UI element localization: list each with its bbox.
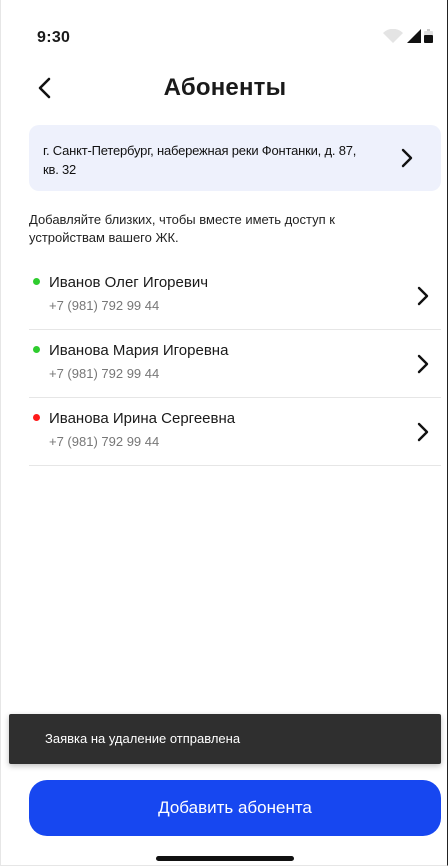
header: Абоненты — [1, 66, 448, 110]
subscriber-name: Иванова Мария Игоревна — [49, 342, 229, 359]
status-time: 9:30 — [37, 29, 71, 46]
wifi-icon — [383, 29, 403, 43]
chevron-right-icon — [401, 148, 413, 168]
page-title: Абоненты — [163, 74, 287, 101]
address-text: г. Санкт-Петербург, набережная реки Фонт… — [43, 143, 357, 177]
toast-text: Заявка на удаление отправлена — [45, 731, 241, 746]
home-indicator[interactable] — [156, 856, 294, 861]
status-dot — [33, 278, 40, 285]
address-card[interactable]: г. Санкт-Петербург, набережная реки Фонт… — [29, 125, 441, 191]
subscriber-name: Иванова Ирина Сергеевна — [49, 410, 236, 427]
status-dot — [33, 346, 40, 353]
subscriber-phone: +7 (981) 792 99 44 — [49, 434, 160, 449]
chevron-right-icon — [417, 286, 429, 306]
signal-icon — [407, 29, 421, 43]
phone-screen: 9:30 Абоненты г. Санкт-Петербург, набере… — [0, 0, 448, 866]
toast-notification: Заявка на удаление отправлена — [9, 714, 441, 764]
subscriber-row[interactable]: Иванова Ирина Сергеевна +7 (981) 792 99 … — [29, 398, 441, 466]
add-subscriber-button[interactable]: Добавить абонента — [29, 780, 441, 836]
subscriber-list: Иванов Олег Игоревич +7 (981) 792 99 44 … — [29, 262, 441, 466]
chevron-right-icon — [417, 354, 429, 374]
subscriber-name: Иванов Олег Игоревич — [49, 274, 209, 291]
status-icons — [382, 29, 433, 43]
battery-icon — [424, 29, 433, 43]
subscriber-row[interactable]: Иванов Олег Игоревич +7 (981) 792 99 44 — [29, 262, 441, 330]
chevron-right-icon — [417, 422, 429, 442]
status-bar: 9:30 — [1, 0, 448, 60]
subscriber-phone: +7 (981) 792 99 44 — [49, 366, 160, 381]
hint-text: Добавляйте близких, чтобы вместе иметь д… — [29, 212, 335, 245]
status-dot — [33, 414, 40, 421]
subscriber-phone: +7 (981) 792 99 44 — [49, 298, 160, 313]
subscriber-row[interactable]: Иванова Мария Игоревна +7 (981) 792 99 4… — [29, 330, 441, 398]
